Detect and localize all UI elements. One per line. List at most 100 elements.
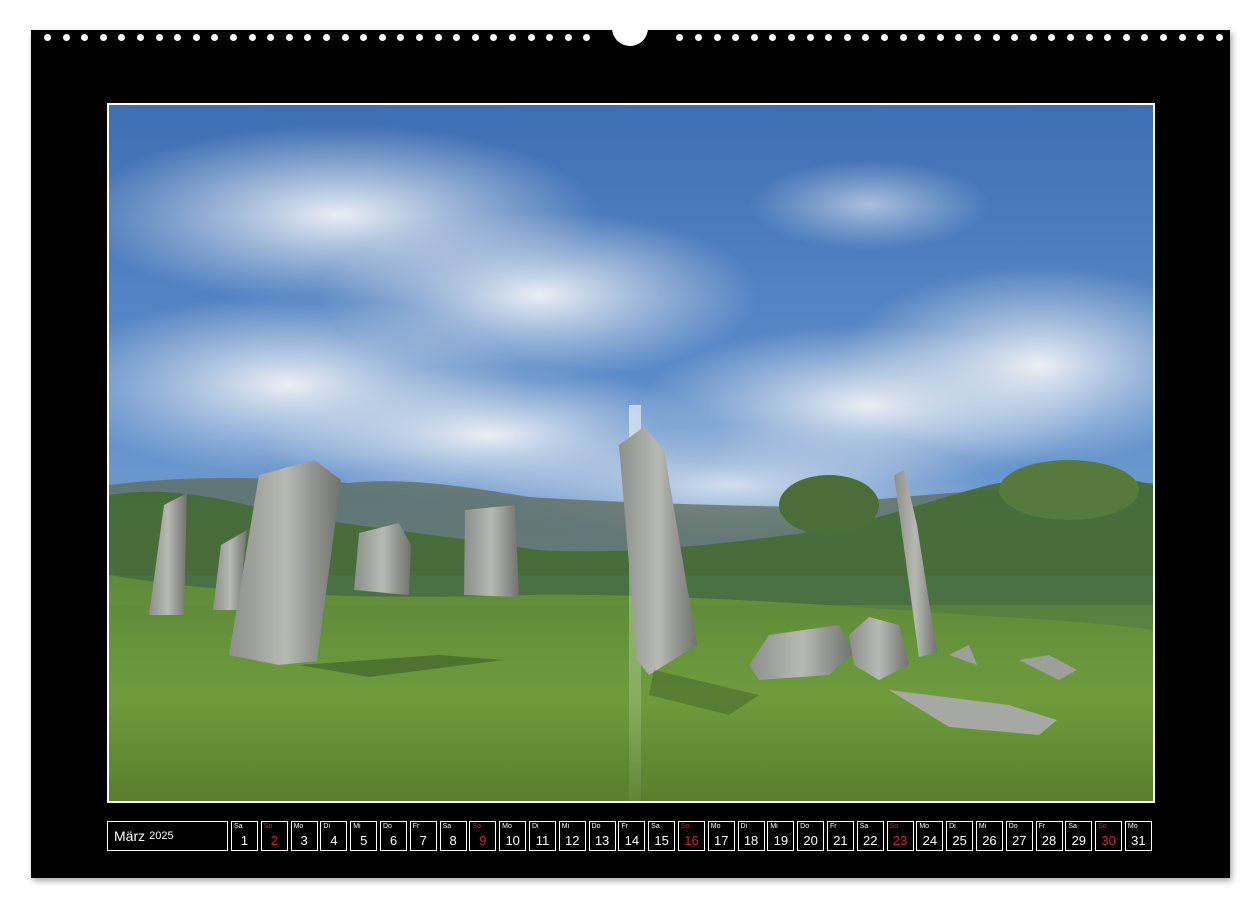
day-cell: Sa 29 <box>1065 821 1093 851</box>
binding-hole <box>341 34 349 41</box>
binding-hole <box>695 34 702 41</box>
day-number: 18 <box>743 833 759 848</box>
day-cell: Di 18 <box>737 821 765 851</box>
day-number: 30 <box>1101 833 1116 848</box>
day-cell: Mi 19 <box>767 821 795 851</box>
binding-hole <box>267 34 275 41</box>
day-cell: Sa 1 <box>231 821 258 851</box>
binding-hole <box>862 34 870 41</box>
day-weekday: So <box>680 823 690 830</box>
binding-hole <box>955 34 963 41</box>
day-cell: Mi 5 <box>350 821 378 851</box>
day-weekday: Mo <box>1127 823 1138 830</box>
binding-hole <box>899 34 907 41</box>
day-weekday: Do <box>591 823 601 830</box>
binding-hole <box>1122 34 1130 41</box>
day-weekday: Fr <box>412 823 420 830</box>
day-number: 25 <box>952 833 967 848</box>
day-weekday: Mo <box>293 823 304 830</box>
day-weekday: So <box>263 823 273 830</box>
binding-hole <box>378 34 386 41</box>
day-number: 23 <box>892 833 908 848</box>
day-weekday: Do <box>1008 823 1018 830</box>
day-cell: Fr 14 <box>618 821 646 851</box>
binding-hole <box>490 34 498 41</box>
binding-hole <box>1197 34 1205 41</box>
day-cell: Do 13 <box>588 821 616 851</box>
binding-hole <box>1048 34 1056 41</box>
binding-hole <box>192 34 200 41</box>
day-number: 12 <box>565 833 580 848</box>
binding-hole <box>81 34 89 41</box>
day-number: 16 <box>684 833 699 848</box>
hanger-notch <box>612 26 648 46</box>
day-number: 28 <box>1041 833 1057 848</box>
day-cell: Mo 10 <box>499 821 527 851</box>
day-weekday: Di <box>740 823 748 830</box>
day-number: 11 <box>535 833 550 848</box>
day-weekday: Mo <box>502 823 512 830</box>
day-weekday: Do <box>800 823 810 830</box>
binding-hole <box>360 34 368 41</box>
binding-hole <box>1160 34 1167 41</box>
day-cell: Fr 28 <box>1035 821 1063 851</box>
binding-hole <box>1178 34 1186 41</box>
day-number: 6 <box>389 833 398 848</box>
binding-hole <box>99 34 107 41</box>
day-weekday: Sa <box>651 823 660 830</box>
day-weekday: Di <box>949 823 956 830</box>
landscape-illustration <box>109 105 1153 801</box>
day-number: 1 <box>240 833 249 848</box>
day-number: 27 <box>1011 833 1027 848</box>
day-cell: Di 25 <box>946 821 974 851</box>
binding-hole <box>546 34 554 41</box>
binding-hole <box>285 34 293 41</box>
binding-hole <box>118 34 126 41</box>
day-number: 21 <box>833 833 848 848</box>
day-number: 24 <box>922 833 938 848</box>
day-weekday: So <box>472 823 481 830</box>
binding-hole <box>471 34 479 41</box>
day-number: 19 <box>773 833 789 848</box>
day-cell: Sa 15 <box>648 821 676 851</box>
day-number: 22 <box>863 833 878 848</box>
day-weekday: Sa <box>859 823 869 830</box>
day-weekday: Sa <box>442 823 452 830</box>
day-cell: Di 11 <box>528 821 556 851</box>
day-cell: Mo 17 <box>707 821 735 851</box>
binding-hole <box>843 34 851 41</box>
binding-hole <box>211 34 219 41</box>
binding-hole <box>1085 34 1093 41</box>
day-cell: Mi 26 <box>975 821 1003 851</box>
binding-hole <box>527 34 535 41</box>
binding-hole <box>992 34 1000 41</box>
binding-hole <box>825 34 833 41</box>
day-cell: Mi 12 <box>558 821 586 851</box>
day-cell: Sa 22 <box>856 821 884 851</box>
binding-hole <box>155 34 163 41</box>
day-number: 14 <box>624 833 640 848</box>
binding-hole <box>676 34 684 41</box>
day-number: 2 <box>270 833 278 848</box>
day-weekday: Mi <box>770 823 778 830</box>
day-number: 4 <box>330 833 338 848</box>
month-title: März 2025 <box>107 821 228 851</box>
day-weekday: Di <box>531 823 539 830</box>
day-weekday: Fr <box>621 823 628 830</box>
binding-hole <box>323 34 330 41</box>
day-number: 15 <box>654 833 669 848</box>
day-number: 17 <box>714 833 729 848</box>
binding-hole <box>453 34 461 41</box>
binding-hole <box>434 34 442 41</box>
day-number: 29 <box>1071 833 1087 848</box>
day-cell: Do 27 <box>1005 821 1033 851</box>
day-number: 20 <box>803 833 818 848</box>
day-weekday: Mo <box>919 823 930 830</box>
day-cell: Mo 31 <box>1124 821 1152 851</box>
day-weekday: Sa <box>1068 823 1077 830</box>
day-number: 5 <box>360 833 368 848</box>
binding-hole <box>918 34 926 41</box>
binding-hole <box>806 34 814 41</box>
day-weekday: Fr <box>829 823 837 830</box>
day-cell: Mo 24 <box>916 821 944 851</box>
